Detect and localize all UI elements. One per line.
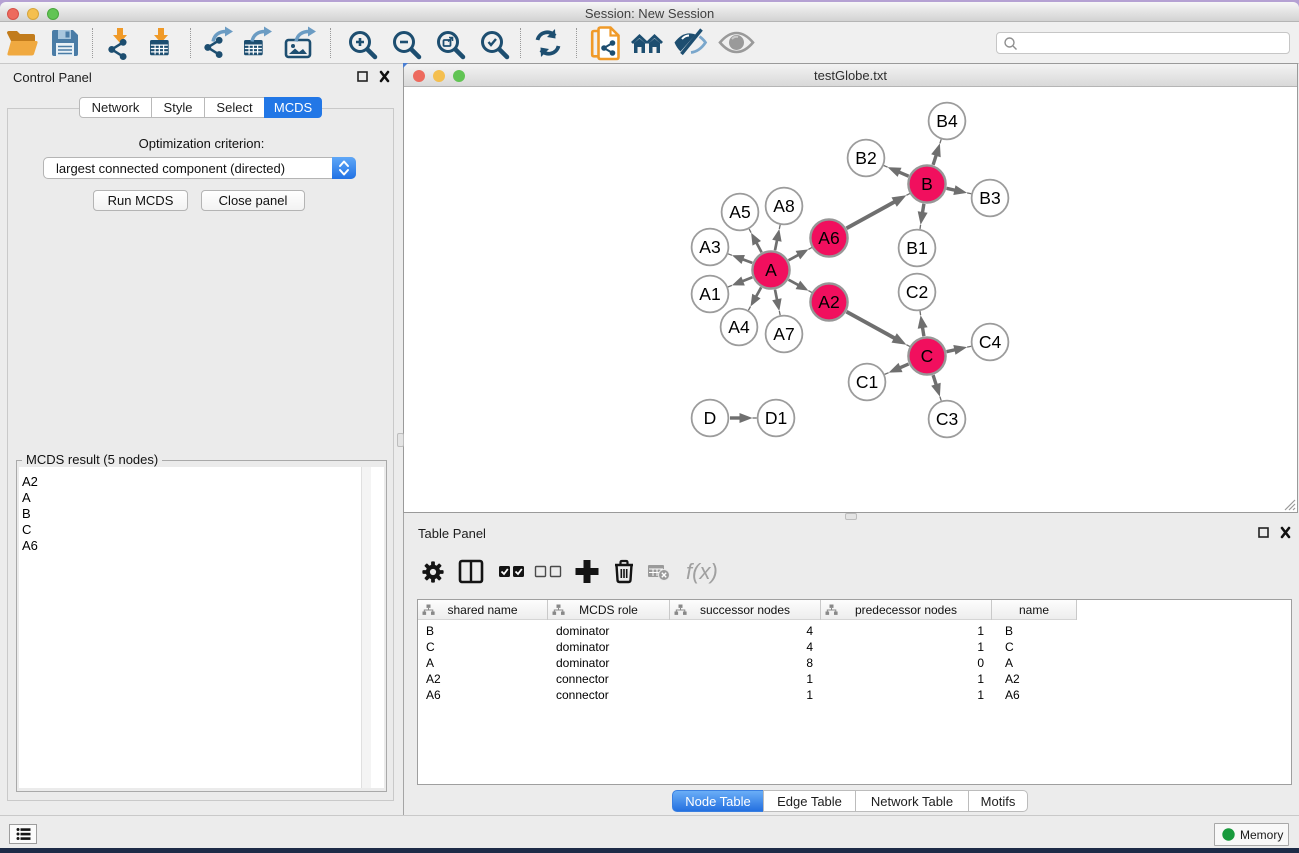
svg-text:A6: A6 bbox=[818, 228, 839, 248]
svg-text:A: A bbox=[765, 260, 777, 280]
svg-text:A7: A7 bbox=[773, 324, 794, 344]
svg-text:B4: B4 bbox=[936, 111, 958, 131]
svg-text:A5: A5 bbox=[729, 202, 750, 222]
svg-text:C: C bbox=[921, 346, 934, 366]
svg-text:A8: A8 bbox=[773, 196, 794, 216]
svg-text:C3: C3 bbox=[936, 409, 958, 429]
svg-text:C1: C1 bbox=[856, 372, 878, 392]
svg-text:A4: A4 bbox=[728, 317, 750, 337]
svg-text:A1: A1 bbox=[699, 284, 720, 304]
svg-text:A3: A3 bbox=[699, 237, 720, 257]
svg-text:B3: B3 bbox=[979, 188, 1000, 208]
svg-text:A2: A2 bbox=[818, 292, 839, 312]
svg-text:f(x): f(x) bbox=[686, 559, 718, 584]
svg-text:B: B bbox=[921, 174, 933, 194]
svg-text:C2: C2 bbox=[906, 282, 928, 302]
svg-text:B2: B2 bbox=[855, 148, 876, 168]
svg-text:C4: C4 bbox=[979, 332, 1002, 352]
svg-text:B1: B1 bbox=[906, 238, 927, 258]
svg-text:D: D bbox=[704, 408, 717, 428]
svg-text:D1: D1 bbox=[765, 408, 787, 428]
